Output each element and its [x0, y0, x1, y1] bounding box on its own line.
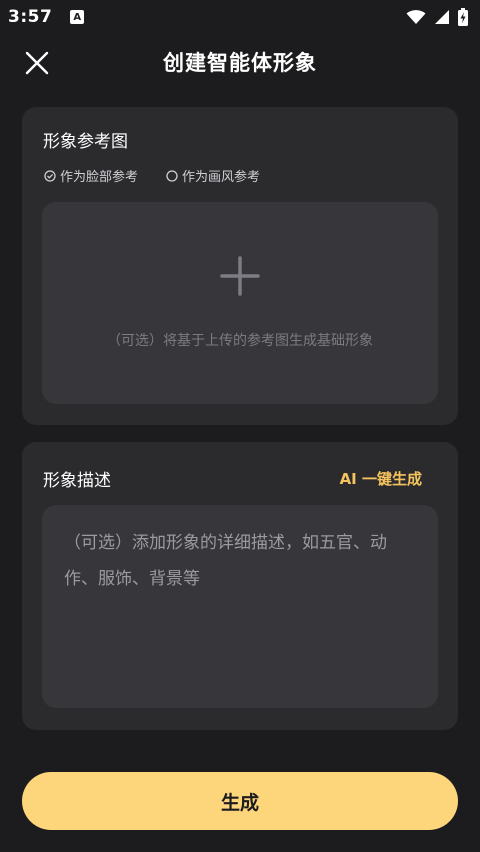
plus-icon [220, 256, 260, 296]
status-icons [406, 8, 468, 26]
notification-badge: A [70, 10, 85, 24]
option-style-label: 作为画风参考 [182, 170, 261, 185]
description-input[interactable]: （可选）添加形象的详细描述，如五官、动作、服饰、背景等 [42, 505, 438, 708]
reference-image-card: 形象参考图 作为脸部参考 作为画风参考 （可选）将基于上传的参考图生成基础形象 [22, 107, 458, 425]
status-bar: 3:57 A [0, 0, 480, 34]
close-icon [25, 51, 49, 75]
option-face-reference[interactable]: 作为脸部参考 [44, 166, 138, 185]
option-face-label: 作为脸部参考 [60, 170, 139, 185]
reference-card-title: 形象参考图 [43, 132, 128, 152]
option-style-reference[interactable]: 作为画风参考 [166, 166, 260, 185]
radio-empty-icon [166, 169, 178, 182]
generate-button[interactable]: 生成 [22, 772, 458, 830]
upload-area[interactable]: （可选）将基于上传的参考图生成基础形象 [42, 202, 438, 404]
description-card-title: 形象描述 [43, 471, 111, 491]
check-circle-icon [44, 169, 56, 182]
wifi-icon [406, 10, 426, 24]
ai-generate-button[interactable]: AI 一键生成 [340, 468, 422, 489]
page-title: 创建智能体形象 [163, 51, 317, 75]
signal-icon [435, 10, 449, 24]
close-button[interactable] [22, 48, 52, 78]
reference-options: 作为脸部参考 作为画风参考 [44, 166, 260, 185]
top-bar: 创建智能体形象 [0, 34, 480, 90]
upload-hint: （可选）将基于上传的参考图生成基础形象 [107, 333, 373, 349]
description-card: 形象描述 AI 一键生成 （可选）添加形象的详细描述，如五官、动作、服饰、背景等 [22, 442, 458, 730]
status-time: 3:57 [8, 7, 53, 27]
battery-icon [458, 8, 468, 26]
